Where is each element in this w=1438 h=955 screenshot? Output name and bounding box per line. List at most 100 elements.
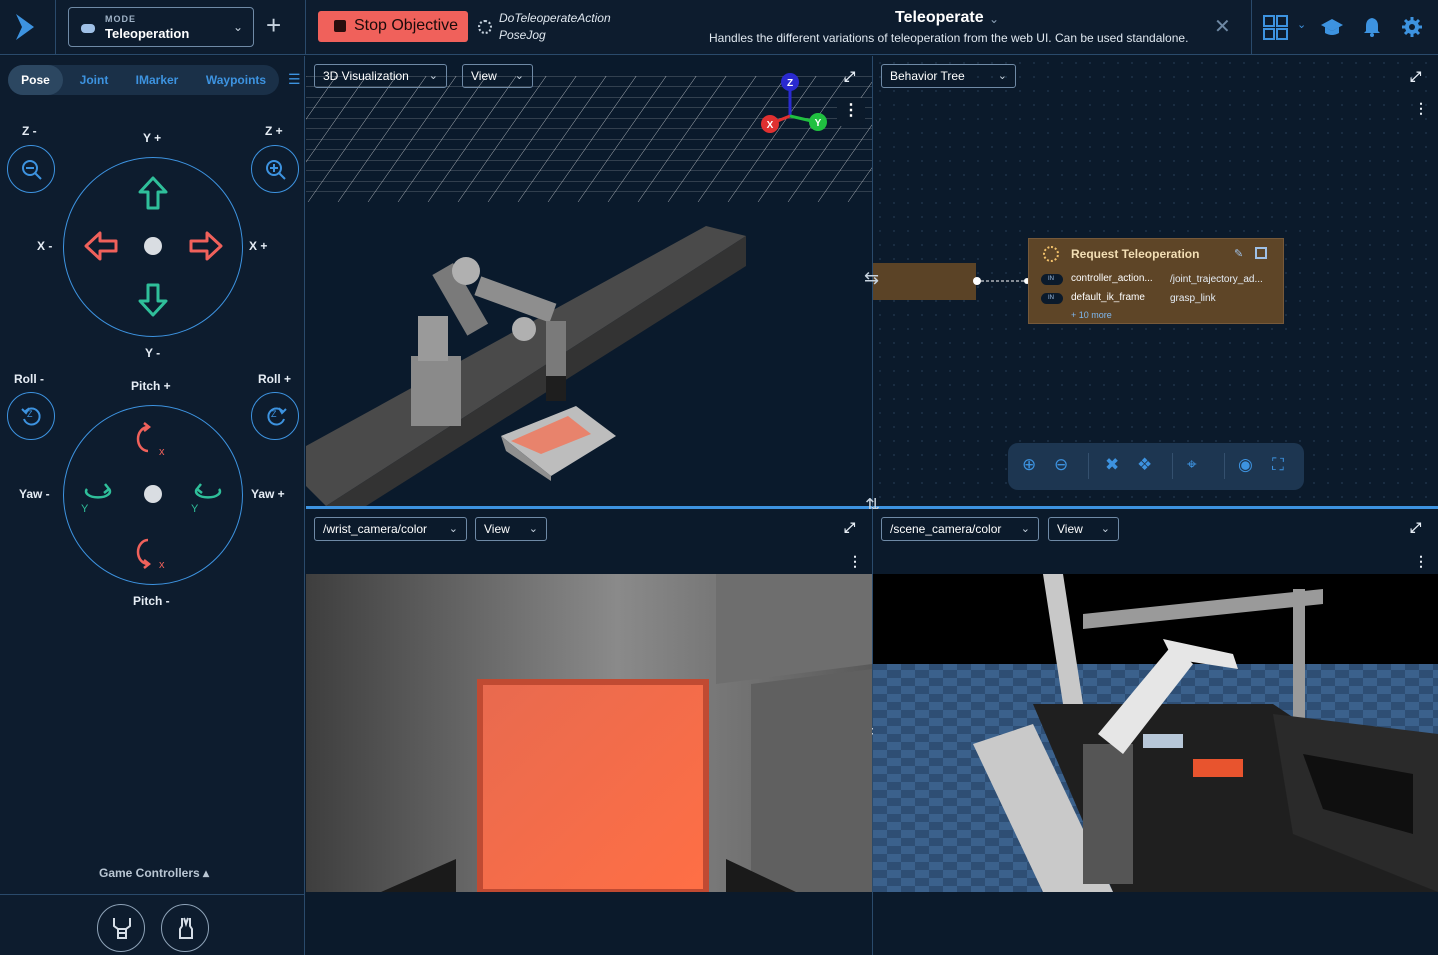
rotation-center-dot bbox=[144, 485, 162, 503]
loading-spinner-icon bbox=[478, 20, 492, 34]
scene-view-value: View bbox=[1057, 522, 1083, 536]
gripper-close-button[interactable] bbox=[161, 904, 209, 952]
chevron-down-icon: ⌄ bbox=[997, 70, 1007, 82]
running-status: DoTeleoperateAction PoseJog bbox=[499, 10, 611, 44]
x-minus-arrow-icon[interactable] bbox=[83, 230, 119, 262]
add-icon[interactable]: + bbox=[266, 10, 281, 41]
bt-source-dropdown[interactable]: Behavior Tree ⌄ bbox=[881, 64, 1016, 88]
chevron-down-icon: ⌄ bbox=[232, 20, 243, 34]
viz-view-value: View bbox=[471, 69, 497, 83]
port-key: controller_action... bbox=[1071, 273, 1153, 284]
wrist-source-dropdown[interactable]: /wrist_camera/color ⌄ bbox=[314, 517, 467, 541]
bell-icon[interactable] bbox=[1363, 16, 1381, 38]
objective-title[interactable]: Teleoperate bbox=[895, 9, 984, 27]
tab-pose[interactable]: Pose bbox=[8, 65, 63, 95]
viz-source-dropdown[interactable]: 3D Visualization ⌄ bbox=[314, 64, 447, 88]
x-plus-arrow-icon[interactable] bbox=[188, 230, 224, 262]
stop-objective-label: Stop Objective bbox=[354, 17, 459, 34]
y-minus-arrow-icon[interactable] bbox=[137, 282, 169, 318]
more-options-icon[interactable]: ⋮ bbox=[848, 553, 862, 570]
bt-connector bbox=[973, 277, 1030, 285]
tune-settings-icon[interactable]: ☰ bbox=[288, 71, 301, 88]
swap-icon[interactable]: ⇆ bbox=[864, 268, 879, 289]
running-action: DoTeleoperateAction bbox=[499, 11, 611, 25]
axis-gizmo: Z X Y bbox=[761, 73, 827, 133]
gamepad-icon bbox=[81, 24, 95, 33]
z-minus-button[interactable] bbox=[7, 145, 55, 193]
roll-minus-button[interactable]: Z bbox=[7, 392, 55, 440]
gripper-close-icon bbox=[179, 917, 193, 939]
wrist-source-value: /wrist_camera/color bbox=[323, 522, 428, 536]
expand-icon[interactable]: ⤢ bbox=[1410, 519, 1421, 536]
zoom-out-icon[interactable]: ⊖ bbox=[1054, 455, 1068, 475]
pitch-plus-icon[interactable]: x bbox=[134, 421, 170, 457]
eye-icon[interactable]: ◉ bbox=[1238, 455, 1253, 475]
top-bar: MODE Teleoperation ⌄ + Stop Objective Do… bbox=[0, 0, 1438, 55]
roll-minus-label: Roll - bbox=[14, 372, 44, 386]
more-ports-link[interactable]: + 10 more bbox=[1071, 310, 1112, 320]
wrist-view-dropdown[interactable]: View ⌄ bbox=[475, 517, 547, 541]
yaw-minus-icon[interactable]: Y bbox=[79, 479, 115, 515]
expand-icon[interactable]: ⤢ bbox=[844, 519, 855, 536]
gizmo-y-label: Y bbox=[815, 118, 822, 129]
port-value: grasp_link bbox=[1170, 293, 1216, 304]
port-key: default_ik_frame bbox=[1071, 292, 1145, 303]
expand-icon[interactable]: ⤢ bbox=[844, 68, 855, 85]
logo-icon[interactable] bbox=[12, 12, 40, 42]
more-options-icon[interactable]: ⋮ bbox=[1414, 553, 1428, 570]
collapse-icon[interactable]: ❖ bbox=[1137, 455, 1152, 475]
pitch-minus-label: Pitch - bbox=[133, 594, 170, 608]
graduation-cap-icon[interactable] bbox=[1320, 17, 1344, 37]
roll-plus-button[interactable]: Z bbox=[251, 392, 299, 440]
z-axis-letter: Z bbox=[27, 409, 33, 419]
stop-objective-button[interactable]: Stop Objective bbox=[318, 11, 468, 42]
divider bbox=[55, 0, 56, 55]
roll-plus-label: Roll + bbox=[258, 372, 292, 386]
chevron-down-icon[interactable]: ⌄ bbox=[989, 12, 999, 26]
chevron-down-icon: ⌄ bbox=[1100, 523, 1110, 535]
viz-view-dropdown[interactable]: View ⌄ bbox=[462, 64, 533, 88]
chevron-down-icon[interactable]: ⌄ bbox=[1297, 18, 1306, 31]
bt-node-request-teleoperation[interactable]: Request Teleoperation ✎ IN controller_ac… bbox=[1028, 238, 1284, 324]
yaw-plus-label: Yaw + bbox=[251, 487, 285, 501]
edit-icon[interactable]: ✎ bbox=[1234, 247, 1243, 260]
teleop-tabs: Pose Joint IMarker Waypoints bbox=[8, 65, 279, 95]
z-axis-letter: Z bbox=[271, 409, 277, 419]
chevron-down-icon: ⌄ bbox=[428, 70, 438, 82]
tab-joint[interactable]: Joint bbox=[66, 65, 122, 95]
translation-center-dot bbox=[144, 237, 162, 255]
objective-description: Handles the different variations of tele… bbox=[709, 31, 1189, 45]
z-plus-button[interactable] bbox=[251, 145, 299, 193]
fit-view-icon[interactable]: ✖ bbox=[1105, 455, 1119, 475]
pitch-minus-icon[interactable]: x bbox=[134, 534, 170, 570]
tab-imarker[interactable]: IMarker bbox=[126, 65, 188, 95]
viz-pane: 3D Visualization ⌄ View ⌄ ⤢ Z X Y ⋮ bbox=[306, 56, 872, 506]
wrist-camera-image bbox=[306, 574, 872, 892]
close-icon[interactable]: ✕ bbox=[1214, 14, 1231, 39]
wrist-camera-pane: /wrist_camera/color ⌄ View ⌄ ⤢ ⋮ bbox=[306, 509, 872, 955]
gear-icon[interactable] bbox=[1402, 17, 1422, 37]
game-controllers-label: Game Controllers bbox=[99, 866, 200, 880]
scene-source-dropdown[interactable]: /scene_camera/color ⌄ bbox=[881, 517, 1039, 541]
node-title: Request Teleoperation bbox=[1071, 247, 1200, 261]
zoom-in-icon[interactable]: ⊕ bbox=[1022, 455, 1036, 475]
mode-label: MODE bbox=[105, 14, 136, 24]
layout-grid-icon[interactable] bbox=[1263, 15, 1289, 41]
more-options-icon[interactable]: ⋮ bbox=[837, 98, 865, 126]
yaw-plus-icon[interactable]: Y bbox=[189, 479, 225, 515]
gripper-open-button[interactable] bbox=[97, 904, 145, 952]
y-plus-arrow-icon[interactable] bbox=[137, 175, 169, 211]
mode-selector[interactable]: MODE Teleoperation ⌄ bbox=[68, 7, 254, 47]
more-options-icon[interactable]: ⋮ bbox=[1414, 100, 1428, 117]
expand-node-icon[interactable] bbox=[1255, 247, 1267, 259]
z-plus-label: Z + bbox=[265, 124, 283, 138]
center-icon[interactable]: ⌖ bbox=[1187, 455, 1197, 475]
scene-view-dropdown[interactable]: View ⌄ bbox=[1048, 517, 1119, 541]
chevron-down-icon: ⌄ bbox=[1020, 523, 1030, 535]
bt-parent-node[interactable] bbox=[873, 263, 976, 300]
tab-waypoints[interactable]: Waypoints bbox=[198, 65, 274, 95]
expand-icon[interactable]: ⤢ bbox=[1410, 68, 1421, 85]
fullscreen-icon[interactable]: ⛶ bbox=[1272, 455, 1284, 475]
divider bbox=[1224, 453, 1225, 479]
game-controllers-toggle[interactable]: Game Controllers ▴ bbox=[99, 866, 209, 880]
